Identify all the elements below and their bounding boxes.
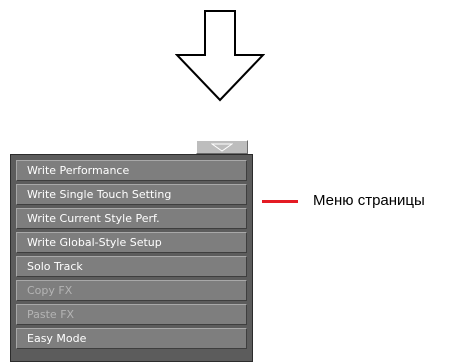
down-arrow-icon — [175, 10, 265, 102]
callout-line — [262, 200, 298, 203]
menu-item-write-global-style-setup[interactable]: Write Global-Style Setup — [16, 232, 247, 253]
page-menu-button[interactable] — [196, 140, 248, 154]
dropdown-triangle-icon — [211, 143, 233, 152]
menu-item-solo-track[interactable]: Solo Track — [16, 256, 247, 277]
menu-item-paste-fx: Paste FX — [16, 304, 247, 325]
menu-item-copy-fx: Copy FX — [16, 280, 247, 301]
menu-item-easy-mode[interactable]: Easy Mode — [16, 328, 247, 349]
menu-item-write-single-touch-setting[interactable]: Write Single Touch Setting — [16, 184, 247, 205]
page-menu: Write Performance Write Single Touch Set… — [10, 154, 253, 362]
menu-item-write-performance[interactable]: Write Performance — [16, 160, 247, 181]
menu-item-write-current-style-perf[interactable]: Write Current Style Perf. — [16, 208, 247, 229]
callout-label: Меню страницы — [313, 192, 425, 209]
